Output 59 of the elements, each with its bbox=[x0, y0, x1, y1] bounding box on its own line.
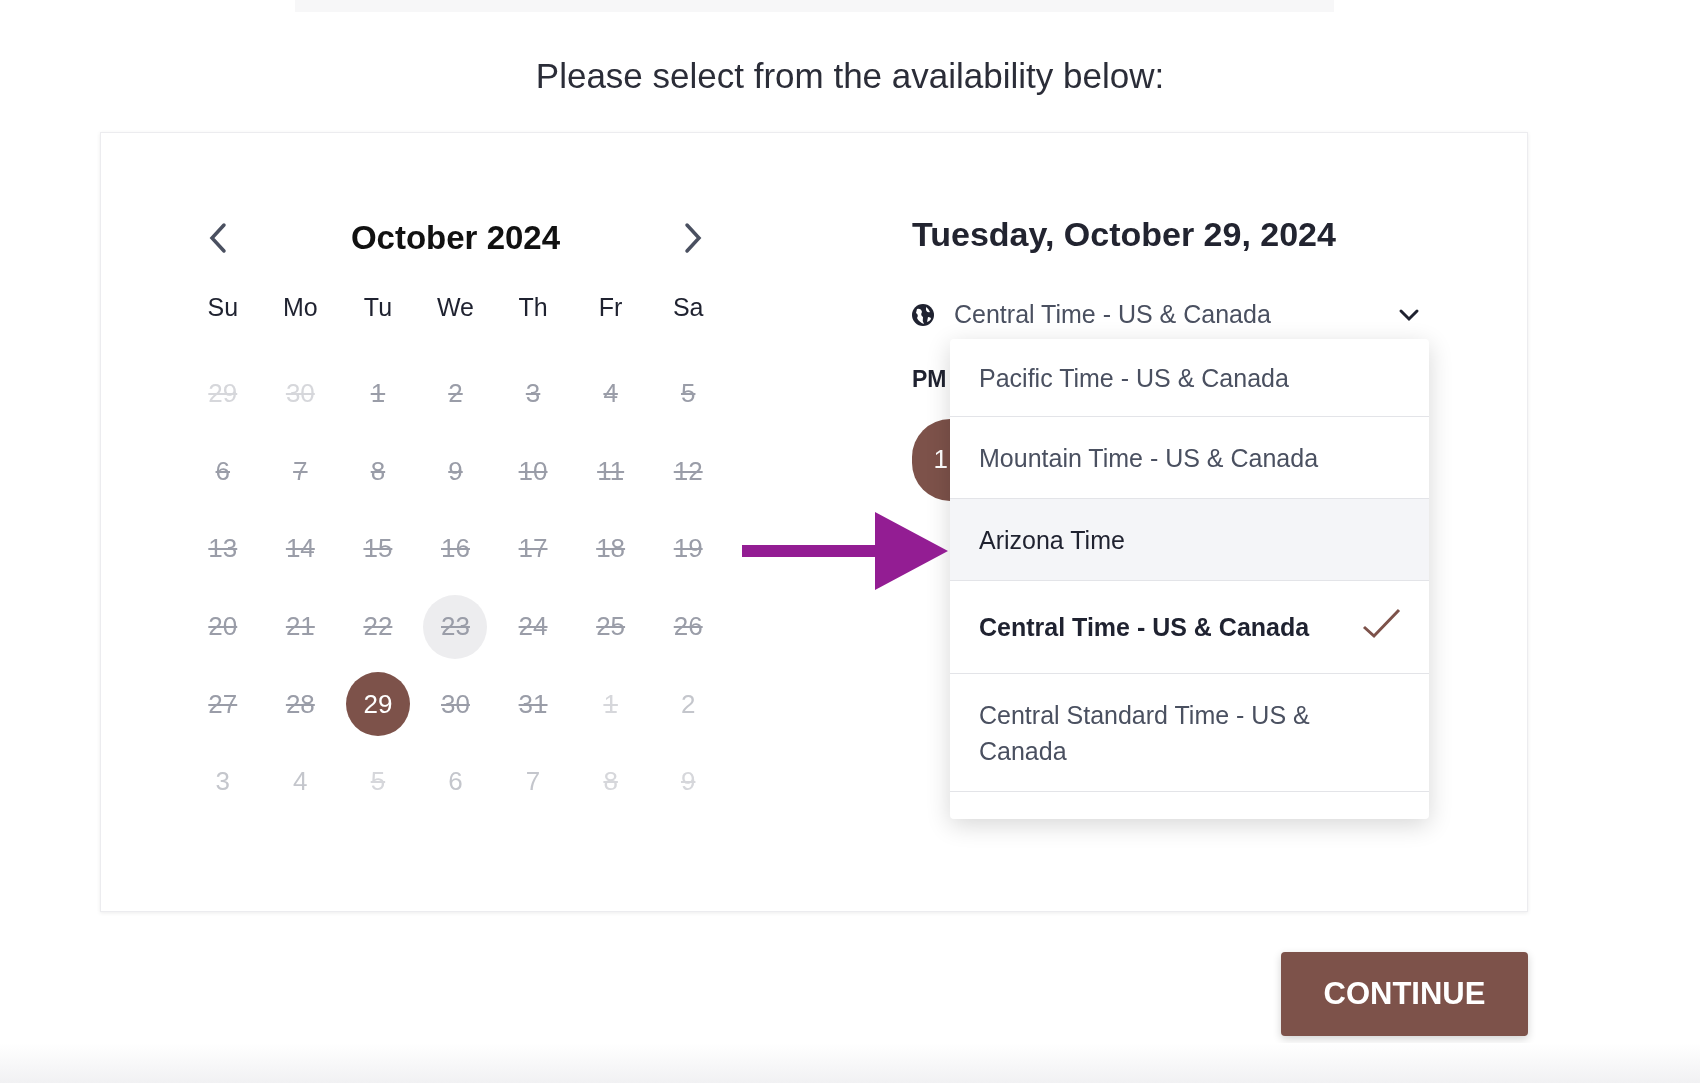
calendar-day[interactable]: 16 bbox=[423, 517, 488, 581]
calendar-day[interactable]: 23 bbox=[423, 594, 488, 659]
calendar-day[interactable]: 2 bbox=[423, 361, 488, 426]
weekday-label: Th bbox=[518, 292, 548, 324]
calendar-day[interactable]: 21 bbox=[268, 594, 333, 659]
calendar-day[interactable]: 9 bbox=[423, 439, 488, 504]
timezone-option[interactable]: Arizona Time bbox=[950, 499, 1429, 581]
weekday-label: Sa bbox=[672, 292, 704, 324]
calendar-day[interactable]: 6 bbox=[423, 749, 488, 814]
calendar-day[interactable]: 13 bbox=[190, 517, 255, 581]
calendar-day[interactable]: 3 bbox=[501, 361, 566, 426]
weekday-label: Fr bbox=[598, 292, 623, 324]
calendar-day[interactable]: 5 bbox=[656, 361, 721, 426]
calendar-day[interactable]: 19 bbox=[656, 517, 721, 581]
weekday-label: Su bbox=[207, 292, 239, 324]
timezone-option[interactable]: Pacific Time - US & Canada bbox=[950, 339, 1429, 417]
timezone-option[interactable]: Central Time - US & Canada bbox=[950, 581, 1429, 674]
calendar-day[interactable]: 18 bbox=[578, 517, 643, 581]
calendar-day[interactable]: 12 bbox=[656, 439, 721, 504]
calendar-day[interactable]: 3 bbox=[190, 749, 255, 814]
chevron-right-icon bbox=[683, 222, 703, 254]
calendar-day[interactable]: 31 bbox=[501, 672, 566, 737]
calendar-day[interactable]: 8 bbox=[345, 439, 410, 504]
chevron-down-icon bbox=[1398, 308, 1420, 322]
globe-icon bbox=[912, 304, 934, 326]
calendar-day[interactable]: 4 bbox=[268, 749, 333, 814]
calendar-day[interactable]: 30 bbox=[423, 672, 488, 737]
calendar-day[interactable]: 6 bbox=[190, 439, 255, 504]
weekday-label: Tu bbox=[363, 292, 393, 324]
calendar-day[interactable]: 17 bbox=[501, 517, 566, 581]
calendar-day[interactable]: 1 bbox=[345, 361, 410, 426]
calendar-day[interactable]: 28 bbox=[268, 672, 333, 737]
weekday-label: Mo bbox=[283, 292, 318, 324]
calendar-day[interactable]: 2 bbox=[656, 672, 721, 737]
timezone-option[interactable]: Central Standard Time - US & Canada bbox=[950, 674, 1429, 792]
calendar-day[interactable]: 7 bbox=[268, 439, 333, 504]
chevron-left-icon bbox=[208, 222, 228, 254]
calendar-day[interactable]: 27 bbox=[190, 672, 255, 737]
calendar-day[interactable]: 24 bbox=[501, 594, 566, 659]
month-title: October 2024 bbox=[350, 218, 561, 259]
calendar-day[interactable]: 25 bbox=[578, 594, 643, 659]
period-label: PM bbox=[912, 365, 947, 394]
calendar-day[interactable]: 7 bbox=[501, 749, 566, 814]
page-heading: Please select from the availability below: bbox=[535, 56, 1165, 96]
time-slot-button[interactable]: 1 bbox=[912, 418, 950, 501]
calendar-day[interactable]: 20 bbox=[190, 594, 255, 659]
calendar-day[interactable]: 10 bbox=[501, 439, 566, 504]
selected-date-heading: Tuesday, October 29, 2024 bbox=[912, 214, 1337, 254]
calendar-day[interactable]: 22 bbox=[345, 594, 410, 659]
calendar-day[interactable]: 4 bbox=[578, 361, 643, 426]
weekday-label: We bbox=[436, 292, 474, 324]
checkmark-icon bbox=[1361, 607, 1401, 639]
calendar-day[interactable]: 14 bbox=[268, 517, 333, 581]
calendar-day[interactable]: 26 bbox=[656, 594, 721, 659]
timezone-select[interactable]: Central Time - US & Canada bbox=[912, 297, 1424, 333]
continue-button[interactable]: CONTINUE bbox=[1281, 952, 1528, 1036]
calendar-day[interactable]: 15 bbox=[345, 517, 410, 581]
calendar-day[interactable]: 11 bbox=[578, 439, 643, 504]
calendar-day[interactable]: 29 bbox=[345, 672, 410, 737]
